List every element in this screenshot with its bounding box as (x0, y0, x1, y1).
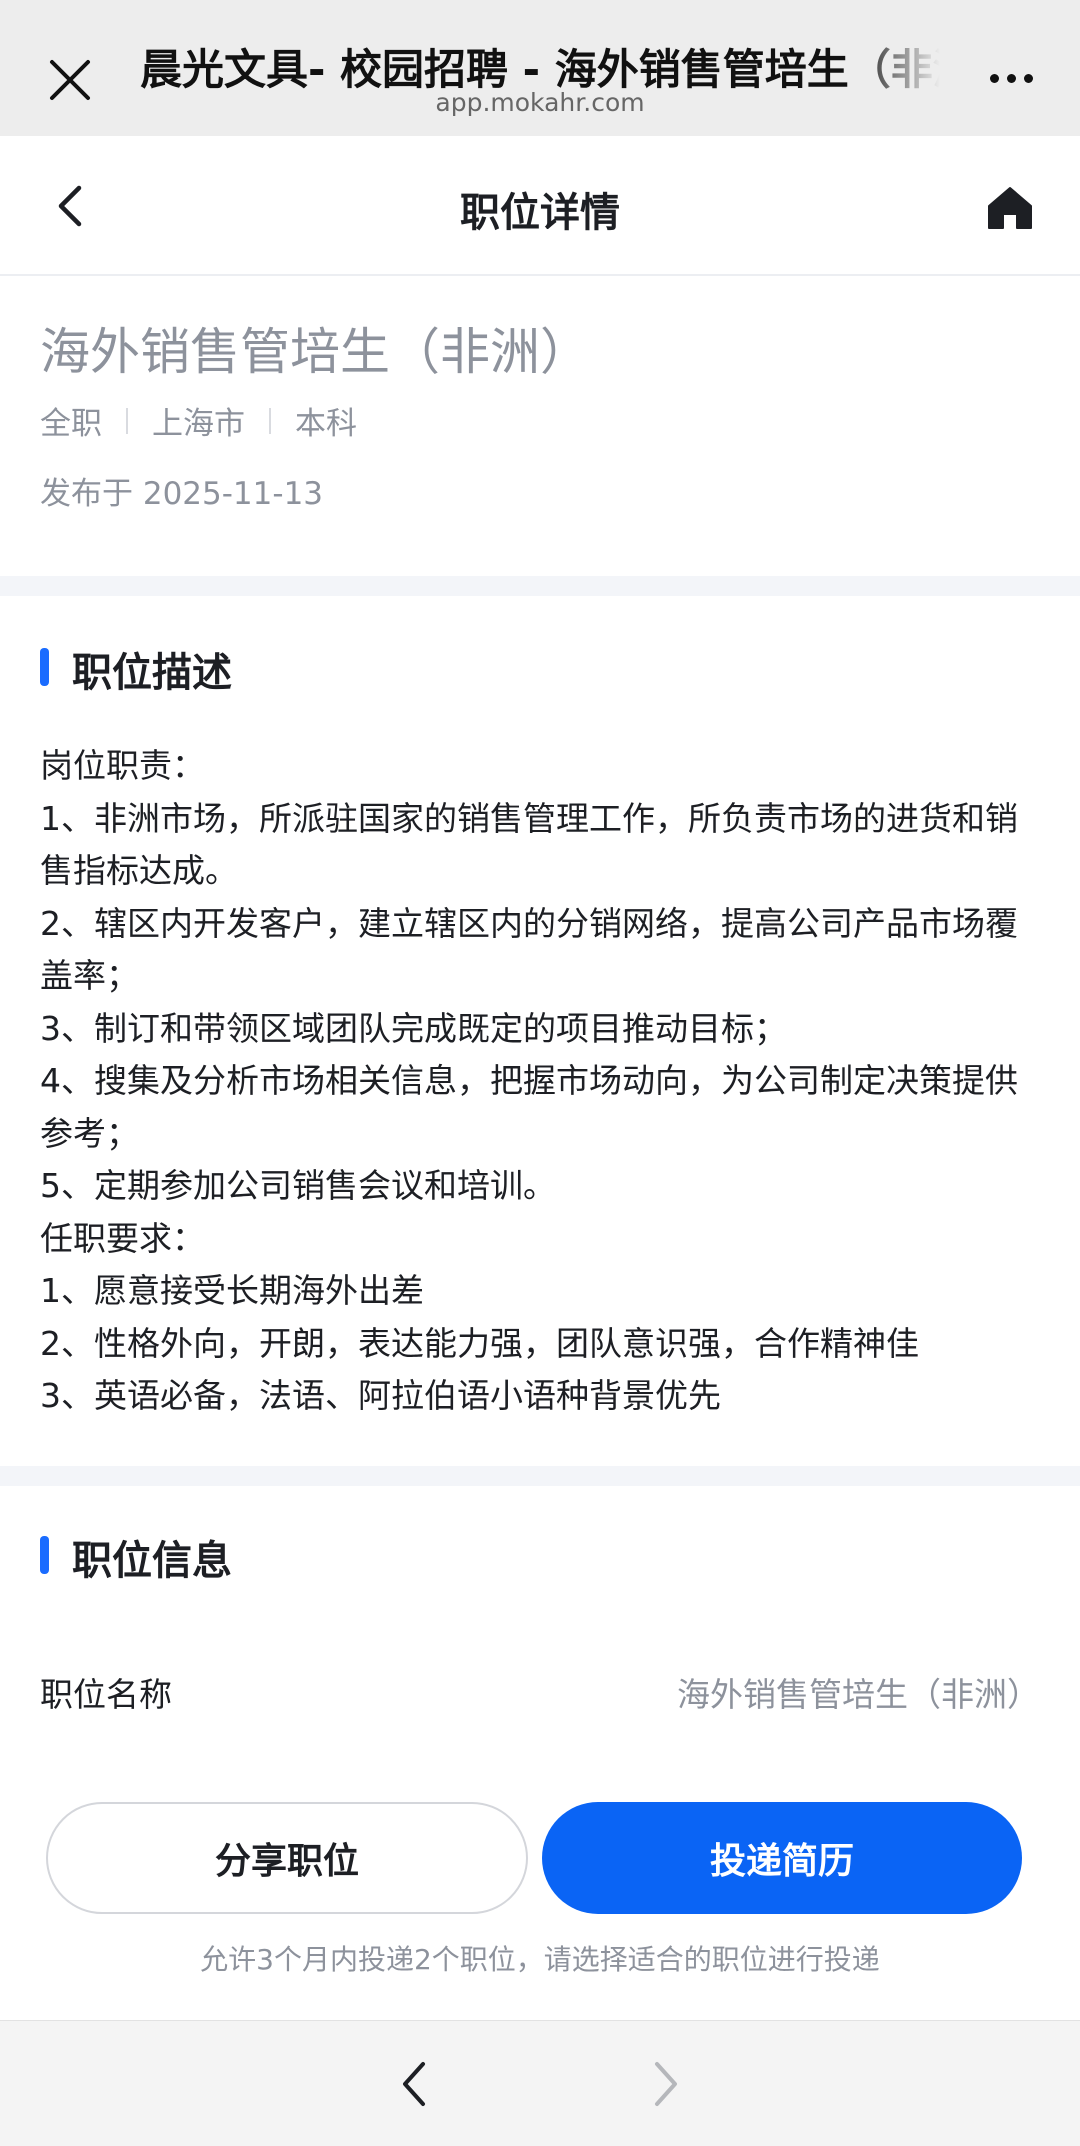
share-job-button[interactable]: 分享职位 (46, 1802, 528, 1914)
description-line: 2、辖区内开发客户，建立辖区内的分销网络，提高公司产品市场覆盖率； (40, 903, 1018, 996)
page-nav-bar: 职位详情 (0, 136, 1080, 276)
description-line: 任职要求： (40, 1218, 205, 1258)
description-section-title: 职位描述 (40, 640, 232, 698)
chevron-left-icon (403, 2062, 425, 2106)
section-divider (0, 1466, 1080, 1486)
more-button[interactable] (976, 58, 1046, 98)
job-meta: 全职 上海市 本科 (40, 398, 357, 443)
description-line: 1、愿意接受长期海外出差 (40, 1271, 424, 1310)
info-row-job-name: 职位名称 海外销售管培生（非洲） (40, 1668, 1040, 1718)
meta-divider (126, 407, 128, 434)
meta-divider (269, 407, 271, 434)
description-line: 3、制订和带领区域团队完成既定的项目推动目标； (40, 1008, 787, 1048)
close-icon (50, 60, 90, 100)
info-section-title: 职位信息 (40, 1528, 232, 1586)
job-header: 海外销售管培生（非洲） 全职 上海市 本科 发布于 2025-11-13 (0, 276, 1080, 576)
action-bar: 分享职位 投递简历 允许3个月内投递2个职位，请选择适合的职位进行投递 (0, 1770, 1080, 2020)
job-location-tag: 上海市 (152, 406, 245, 442)
description-line: 1、非洲市场，所派驻国家的销售管理工作，所负责市场的进货和销售指标达成。 (40, 798, 1018, 891)
home-button[interactable] (980, 180, 1040, 236)
home-icon (988, 187, 1032, 229)
apply-button[interactable]: 投递简历 (542, 1802, 1022, 1914)
browser-bottom-toolbar (0, 2020, 1080, 2146)
info-value: 海外销售管培生（非洲） (677, 1675, 1040, 1714)
description-line: 3、英语必备，法语、阿拉伯语小语种背景优先 (40, 1376, 721, 1415)
page-title: 职位详情 (460, 190, 620, 236)
job-education-tag: 本科 (295, 406, 357, 442)
browser-back-button[interactable] (384, 2051, 444, 2117)
chevron-right-icon (655, 2062, 677, 2106)
job-description: 岗位职责： 1、非洲市场，所派驻国家的销售管理工作，所负责市场的进货和销售指标达… (40, 740, 1040, 1423)
description-line: 岗位职责： (40, 746, 205, 785)
apply-limit-note: 允许3个月内投递2个职位，请选择适合的职位进行投递 (200, 1943, 880, 1976)
browser-url: app.mokahr.com (435, 88, 645, 117)
more-icon (989, 73, 1033, 83)
browser-title-bar: 晨光文具- 校园招聘 - 海外销售管培生（非洲） app.mokahr.com (0, 0, 1080, 136)
close-button[interactable] (40, 50, 100, 110)
browser-forward-button[interactable] (636, 2051, 696, 2117)
description-line: 5、定期参加公司销售会议和培训。 (40, 1166, 556, 1205)
info-label: 职位名称 (40, 1675, 172, 1714)
section-divider (0, 576, 1080, 596)
job-type-tag: 全职 (40, 406, 102, 442)
publish-date: 发布于 2025-11-13 (40, 476, 324, 512)
description-line: 2、性格外向，开朗，表达能力强，团队意识强，合作精神佳 (40, 1323, 919, 1363)
job-title: 海外销售管培生（非洲） (40, 323, 590, 381)
description-line: 4、搜集及分析市场相关信息，把握市场动向，为公司制定决策提供参考； (40, 1061, 1018, 1153)
